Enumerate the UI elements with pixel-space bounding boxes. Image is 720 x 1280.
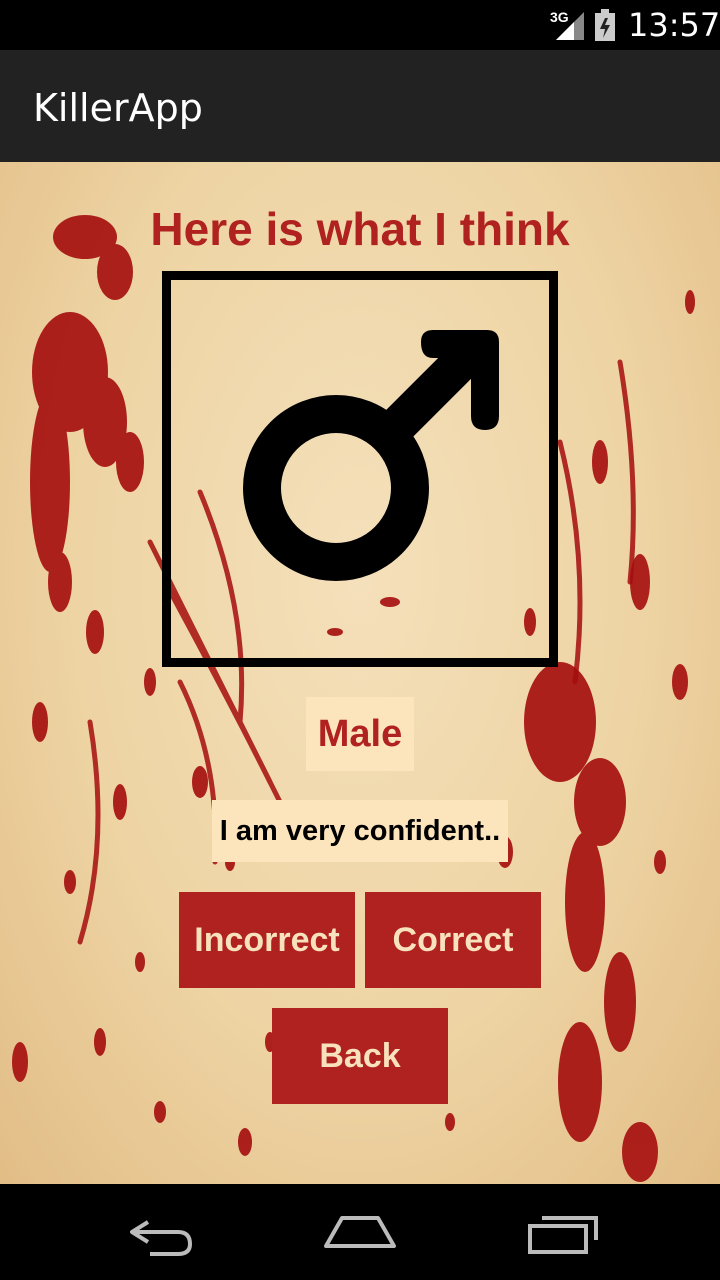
page-title: Here is what I think xyxy=(150,203,570,255)
app-title: KillerApp xyxy=(33,86,203,130)
prediction-label: Male xyxy=(306,697,414,771)
back-button[interactable]: Back xyxy=(272,1008,448,1104)
navigation-bar xyxy=(0,1184,720,1280)
correct-button[interactable]: Correct xyxy=(365,892,541,988)
recent-apps-icon[interactable] xyxy=(522,1208,602,1256)
back-arrow-icon[interactable] xyxy=(120,1208,200,1256)
status-bar: 3G 13:57 xyxy=(0,0,720,50)
signal-icon xyxy=(556,12,584,40)
battery-icon xyxy=(595,9,615,41)
home-icon[interactable] xyxy=(320,1208,400,1256)
incorrect-button[interactable]: Incorrect xyxy=(179,892,355,988)
confidence-label: I am very confident.. xyxy=(212,800,508,862)
main-content: Here is what I think Male I am very conf… xyxy=(0,162,720,1184)
male-symbol-icon xyxy=(243,330,499,581)
prediction-image-frame xyxy=(162,271,558,667)
clock: 13:57 xyxy=(628,6,720,44)
action-bar: KillerApp xyxy=(0,50,720,162)
